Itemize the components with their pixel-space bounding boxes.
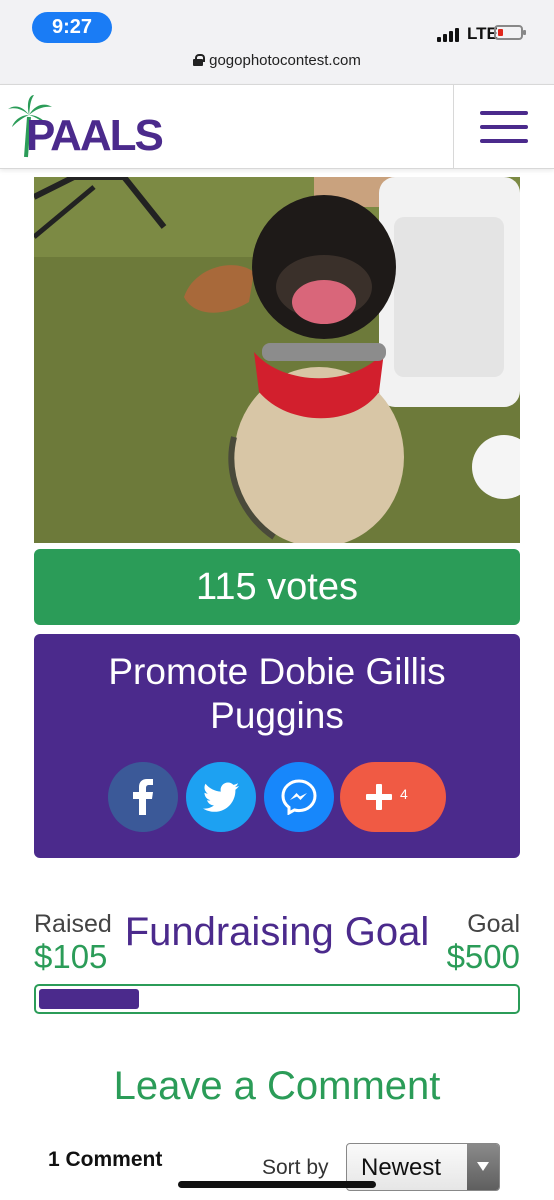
site-header: PAALS (0, 84, 554, 169)
share-more-count: 4 (400, 786, 408, 802)
sort-selected-value: Newest (361, 1154, 442, 1181)
raised-value: $105 (34, 938, 108, 975)
battery-icon (494, 25, 526, 40)
comment-count: 1 Comment (48, 1148, 163, 1171)
home-indicator (178, 1181, 376, 1188)
status-time: 9:27 (32, 12, 112, 43)
goal-value: $500 (446, 938, 520, 975)
url-text: gogophotocontest.com (209, 52, 361, 69)
fundraising-title: Fundraising Goal (124, 910, 430, 954)
fundraising-progress-fill (39, 989, 139, 1009)
share-twitter-button[interactable] (186, 762, 256, 832)
twitter-icon (203, 782, 239, 812)
entry-photo (34, 177, 520, 543)
menu-button[interactable] (453, 85, 554, 169)
address-bar[interactable]: gogophotocontest.com (0, 52, 554, 69)
logo-text: PAALS (26, 111, 164, 160)
vote-count-button[interactable]: 115 votes (34, 549, 520, 625)
share-messenger-button[interactable] (264, 762, 334, 832)
share-buttons: 4 (108, 762, 448, 832)
leave-comment-title: Leave a Comment (113, 1064, 441, 1108)
facebook-icon (133, 779, 153, 815)
sort-label: Sort by (262, 1156, 329, 1179)
promote-title: Promote Dobie Gillis Puggins (108, 651, 446, 736)
chevron-down-icon (467, 1144, 499, 1190)
status-bar: 9:27 LTE gogophotocontest.com (0, 0, 554, 84)
signal-icon (437, 28, 463, 42)
fundraising-progress-bar (34, 984, 520, 1014)
paals-logo[interactable]: PAALS (8, 93, 178, 163)
share-more-button[interactable]: 4 (340, 762, 446, 832)
messenger-icon (281, 779, 317, 815)
goal-label: Goal (467, 910, 520, 938)
promote-panel: Promote Dobie Gillis Puggins 4 (34, 634, 520, 858)
plus-icon (362, 780, 396, 814)
lock-icon (193, 54, 206, 66)
raised-label: Raised (34, 910, 112, 938)
share-facebook-button[interactable] (108, 762, 178, 832)
